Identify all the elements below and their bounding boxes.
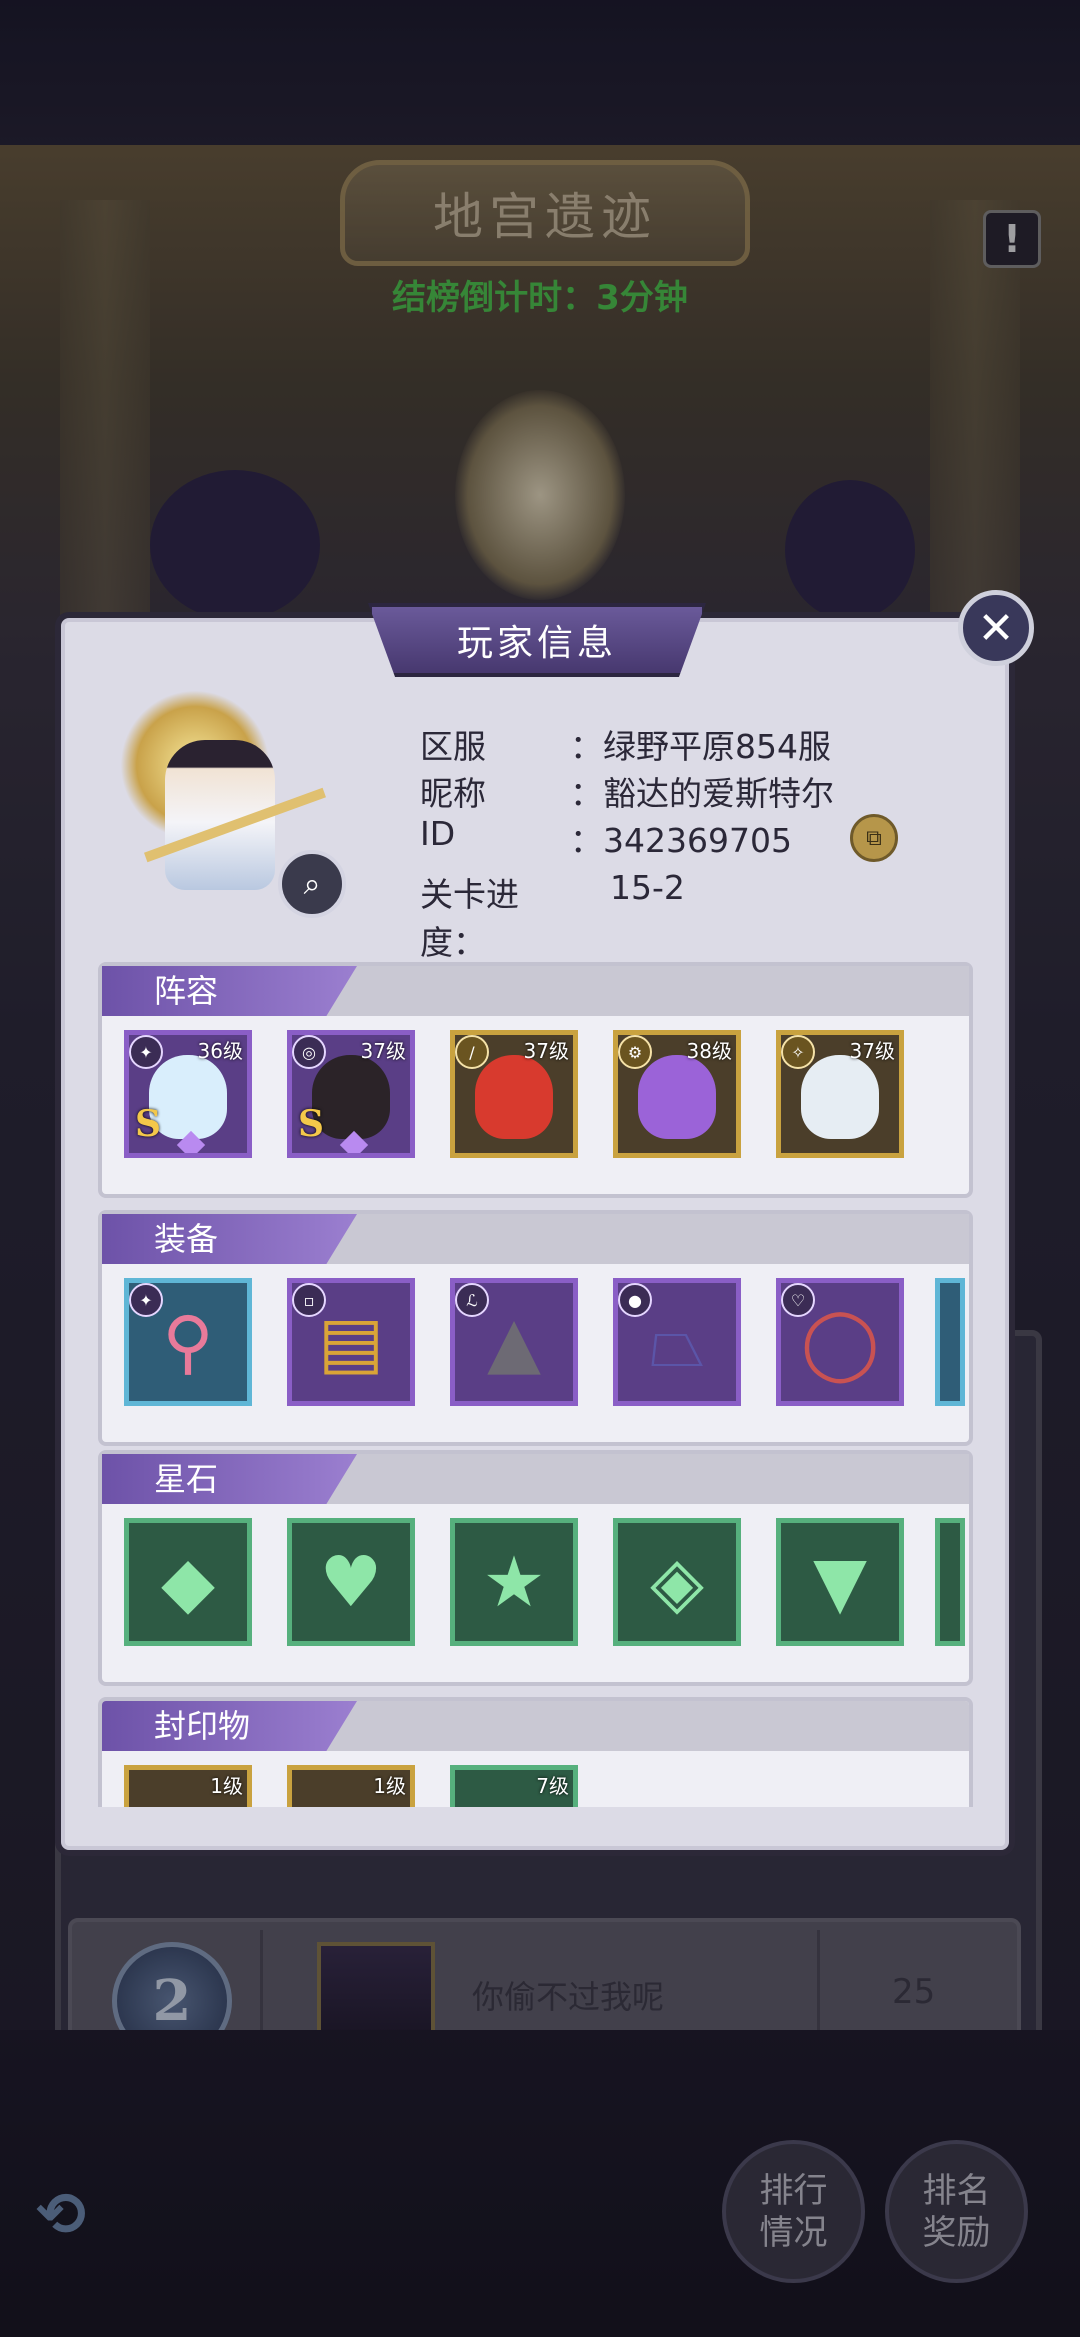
hero-slot[interactable]: ⚙ 38级 bbox=[613, 1030, 741, 1158]
info-key: ID bbox=[420, 814, 456, 853]
wand-class-icon: ✦ bbox=[129, 1035, 163, 1069]
modal-title: 玩家信息 bbox=[368, 603, 706, 677]
equipment-slot[interactable]: ⏢ ● bbox=[613, 1278, 741, 1406]
seal-level: 1级 bbox=[373, 1774, 406, 1798]
info-value: ：豁达的爱斯特尔 bbox=[570, 774, 834, 813]
hero-portrait bbox=[638, 1055, 716, 1139]
triangle-gem-icon: ▼ bbox=[813, 1541, 867, 1623]
starstone-section: 星石 ◆ ♥ ★ ◈ ▼ bbox=[98, 1450, 973, 1686]
info-value: ：绿野平原854服 bbox=[570, 727, 831, 766]
seal-level: 1级 bbox=[210, 1774, 243, 1798]
info-key: 关卡进度： bbox=[420, 875, 519, 962]
equipment-slot[interactable]: ◯ ♡ bbox=[776, 1278, 904, 1406]
info-row-id: ID ：342369705 bbox=[420, 814, 792, 860]
hero-slot[interactable]: ◎ 37级 S bbox=[287, 1030, 415, 1158]
section-title: 星石 bbox=[102, 1454, 357, 1504]
slot-type-icon: ✦ bbox=[129, 1283, 163, 1317]
hero-rank: S bbox=[135, 1103, 161, 1145]
gear-class-icon: ⚙ bbox=[618, 1035, 652, 1069]
starstone-slot[interactable]: ▼ bbox=[776, 1518, 904, 1646]
hero-slot[interactable]: / 37级 bbox=[450, 1030, 578, 1158]
close-button[interactable]: ✕ bbox=[958, 590, 1034, 666]
equipment-slot[interactable]: ▲ ℒ bbox=[450, 1278, 578, 1406]
heart-gem-icon: ♥ bbox=[319, 1541, 383, 1623]
sword-class-icon: / bbox=[455, 1035, 489, 1069]
hero-level: 37级 bbox=[360, 1039, 406, 1063]
equipment-section: 装备 ⚲ ✦ ▤ ▫ ▲ ℒ ⏢ ● ◯ ♡ bbox=[98, 1210, 973, 1446]
diamond-gem-icon: ◈ bbox=[650, 1541, 704, 1623]
starstone-slot-partial[interactable] bbox=[935, 1518, 965, 1646]
info-row-progress: 关卡进度： 15-2 bbox=[420, 868, 685, 964]
info-row-server: 区服 ：绿野平原854服 bbox=[420, 720, 831, 768]
section-title: 阵容 bbox=[102, 966, 357, 1016]
seal-slot[interactable]: 1级 bbox=[124, 1765, 252, 1807]
starstone-slot[interactable]: ♥ bbox=[287, 1518, 415, 1646]
hero-rank: S bbox=[298, 1103, 324, 1145]
hero-level: 37级 bbox=[849, 1039, 895, 1063]
hero-slot[interactable]: ✧ 37级 bbox=[776, 1030, 904, 1158]
info-key: 昵称 bbox=[420, 774, 486, 813]
close-icon: ✕ bbox=[977, 602, 1015, 654]
seal-level: 7级 bbox=[536, 1774, 569, 1798]
hero-slot[interactable]: ✦ 36级 S bbox=[124, 1030, 252, 1158]
starstone-slot[interactable]: ★ bbox=[450, 1518, 578, 1646]
starstone-slot[interactable]: ◆ bbox=[124, 1518, 252, 1646]
hero-level: 37级 bbox=[523, 1039, 569, 1063]
slot-type-icon: ℒ bbox=[455, 1283, 489, 1317]
seal-slot[interactable]: 7级 bbox=[450, 1765, 578, 1807]
hero-level: 38级 bbox=[686, 1039, 732, 1063]
magnify-icon[interactable]: ⌕ bbox=[278, 850, 346, 918]
lineup-section: 阵容 ✦ 36级 S ◎ 37级 S / 37级 ⚙ 38级 ✧ 37级 bbox=[98, 962, 973, 1198]
seal-slot[interactable]: 1级 bbox=[287, 1765, 415, 1807]
copy-id-icon[interactable]: ⧉ bbox=[850, 814, 898, 862]
section-title: 封印物 bbox=[102, 1701, 357, 1751]
square-gem-icon: ◆ bbox=[161, 1541, 215, 1623]
equipment-slot-partial[interactable] bbox=[935, 1278, 965, 1406]
hero-portrait bbox=[801, 1055, 879, 1139]
slot-type-icon: ● bbox=[618, 1283, 652, 1317]
starstone-slot[interactable]: ◈ bbox=[613, 1518, 741, 1646]
slot-type-icon: ♡ bbox=[781, 1283, 815, 1317]
info-key: 区服 bbox=[420, 727, 486, 766]
hero-portrait bbox=[475, 1055, 553, 1139]
star-gem-icon: ★ bbox=[482, 1541, 546, 1623]
swirl-class-icon: ◎ bbox=[292, 1035, 326, 1069]
seal-section: 封印物 1级 1级 7级 bbox=[98, 1697, 973, 1807]
slot-type-icon: ▫ bbox=[292, 1283, 326, 1317]
section-title: 装备 bbox=[102, 1214, 357, 1264]
staff-class-icon: ✧ bbox=[781, 1035, 815, 1069]
hero-level: 36级 bbox=[197, 1039, 243, 1063]
equipment-slot[interactable]: ⚲ ✦ bbox=[124, 1278, 252, 1406]
info-value: 15-2 bbox=[610, 868, 685, 907]
equipment-slot[interactable]: ▤ ▫ bbox=[287, 1278, 415, 1406]
info-value: ：342369705 bbox=[570, 821, 792, 860]
info-row-nickname: 昵称 ：豁达的爱斯特尔 bbox=[420, 767, 834, 815]
